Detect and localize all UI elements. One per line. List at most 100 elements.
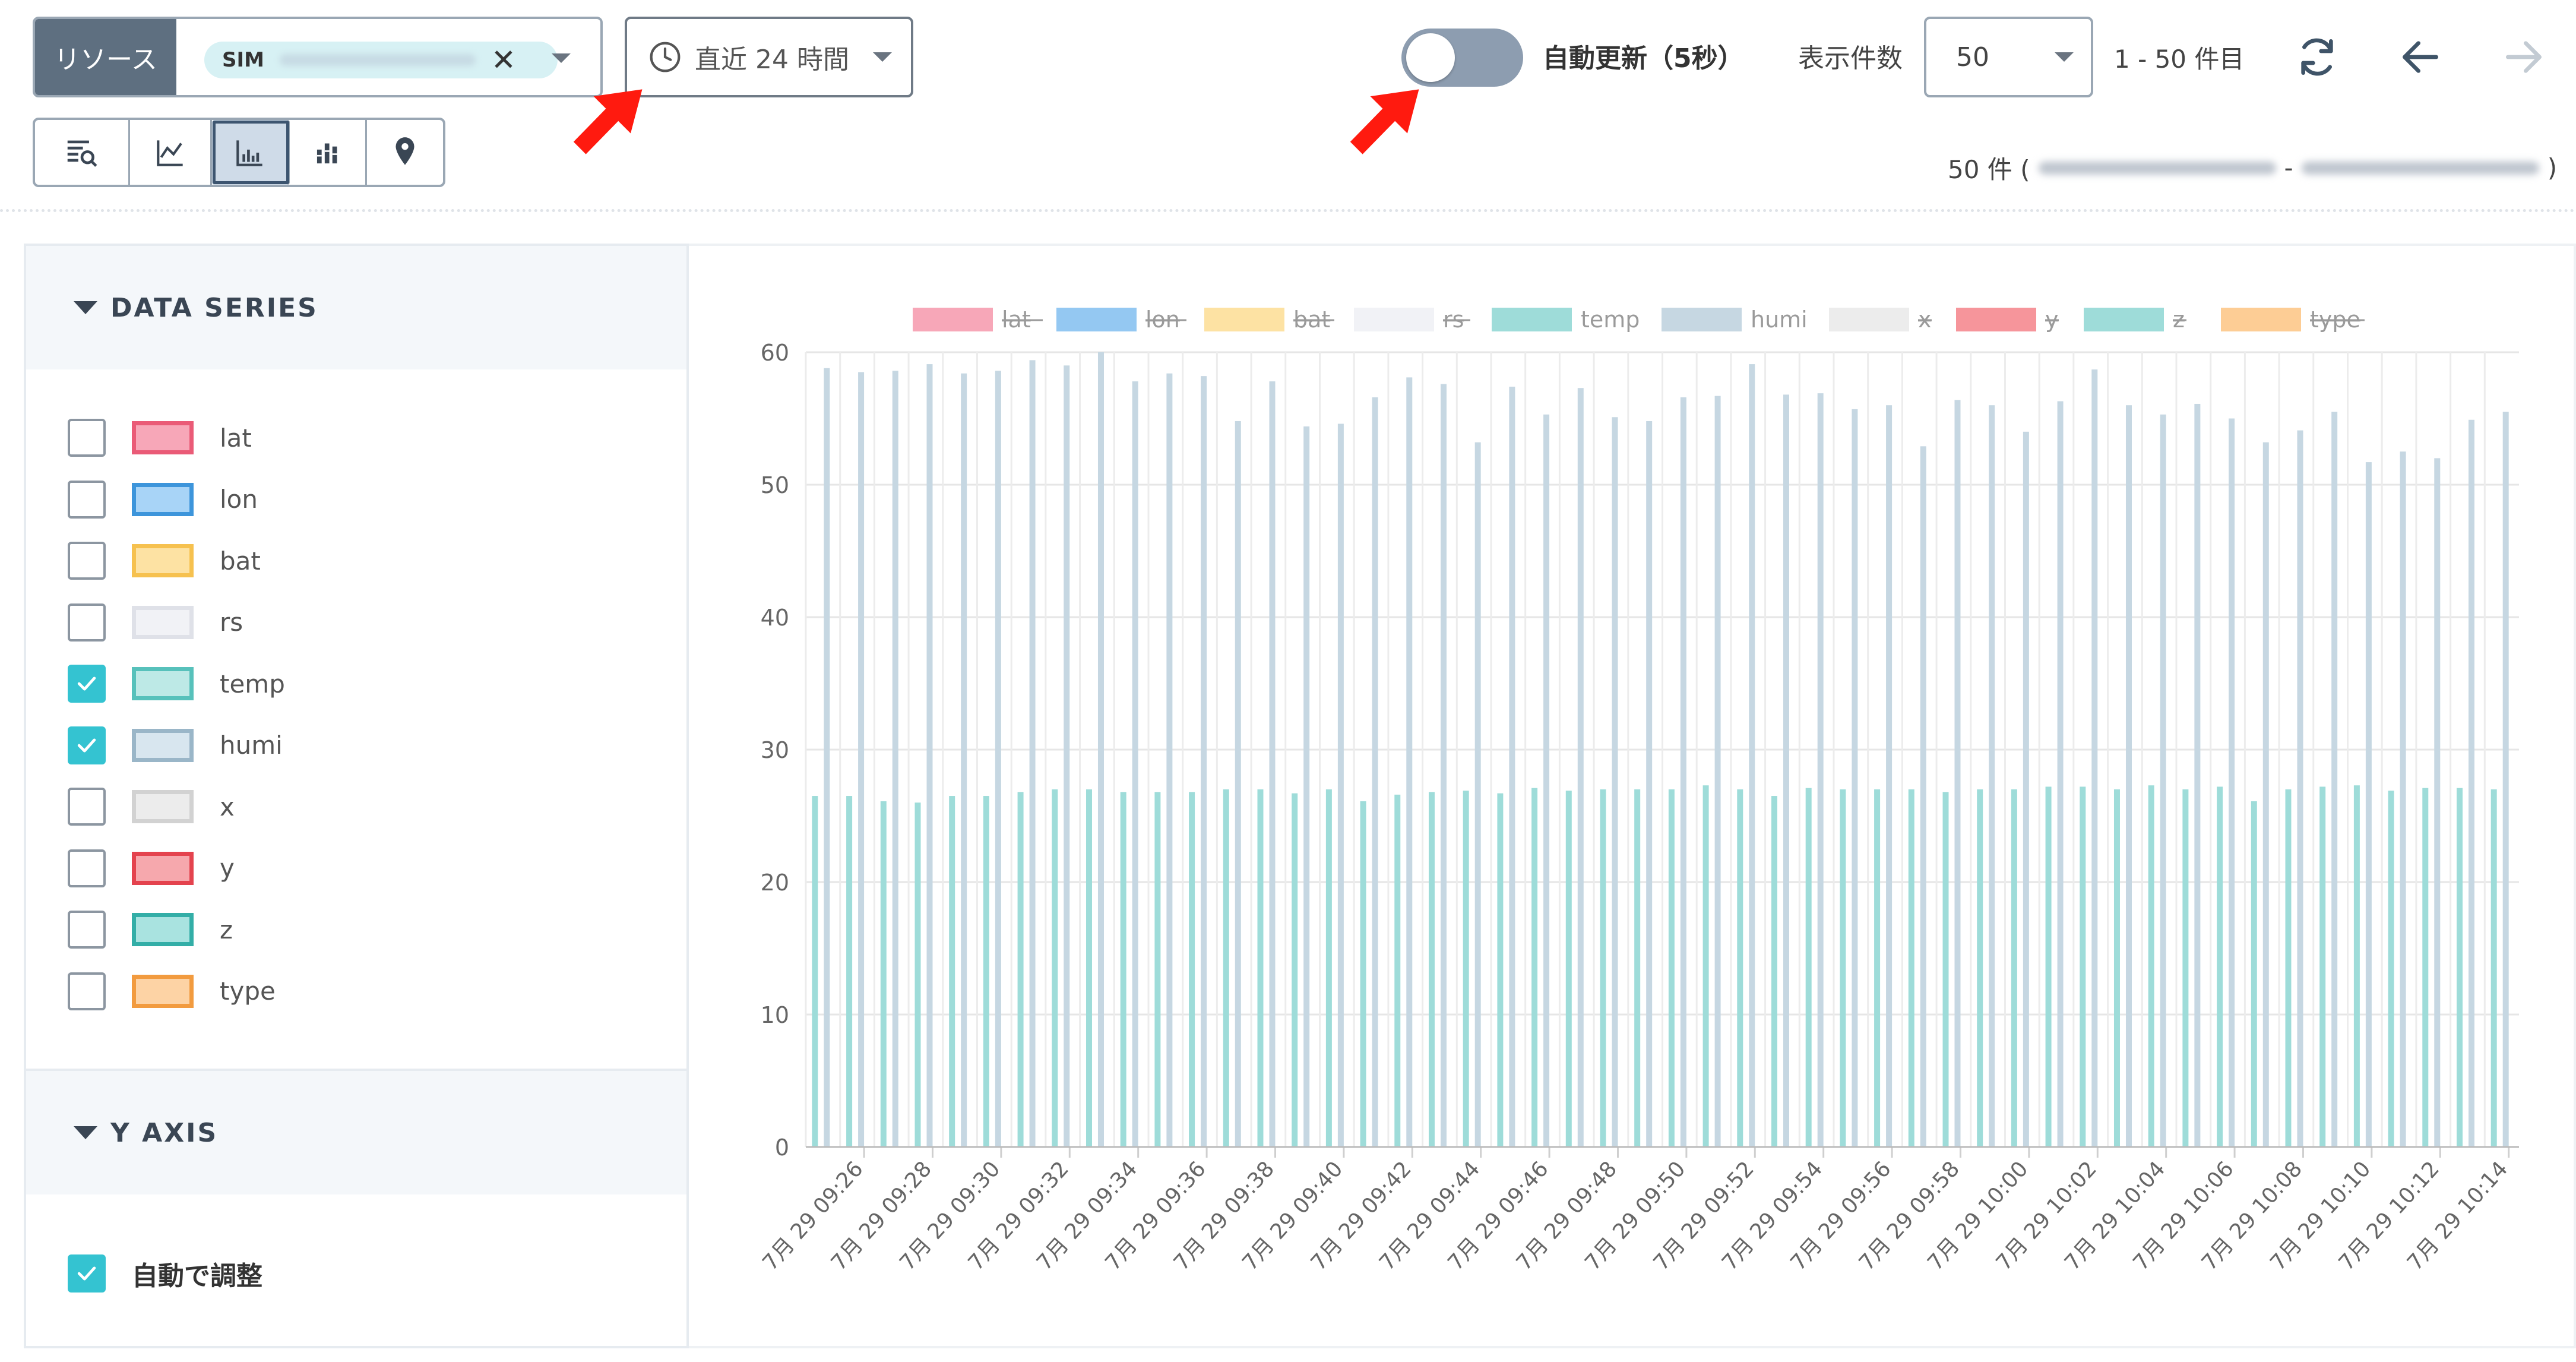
- bar-humi: [1817, 393, 1824, 1147]
- series-row-y[interactable]: y: [68, 848, 235, 889]
- y-tick-label: 40: [761, 605, 789, 631]
- series-row-type[interactable]: type: [68, 971, 276, 1012]
- bar-temp: [1086, 789, 1092, 1147]
- series-checkbox-bat[interactable]: [68, 542, 106, 580]
- count-info-prefix: 50 件 (: [1948, 155, 2030, 184]
- legend-swatch: [1492, 308, 1572, 331]
- checkmark-icon: [77, 1266, 96, 1281]
- bar-temp: [1292, 793, 1298, 1147]
- legend-swatch: [1956, 308, 2036, 331]
- bar-temp: [1942, 792, 1949, 1147]
- refresh-icon[interactable]: [2293, 33, 2341, 81]
- series-color-swatch: [132, 913, 194, 946]
- count-info-separator: -: [2284, 153, 2293, 182]
- bar-temp: [1977, 789, 1983, 1147]
- series-checkbox-type[interactable]: [68, 972, 106, 1010]
- bar-humi: [1269, 381, 1276, 1147]
- bar-humi: [1235, 421, 1241, 1147]
- y-axis-header[interactable]: Y AXIS: [26, 1071, 686, 1194]
- bar-humi: [995, 371, 1001, 1147]
- series-row-x[interactable]: x: [68, 786, 235, 827]
- bar-humi: [1543, 414, 1550, 1147]
- bar-temp: [2113, 789, 2120, 1147]
- resource-selector[interactable]: リソース SIM ✕: [33, 17, 603, 97]
- bar-humi: [892, 371, 898, 1147]
- data-series-title: DATA SERIES: [110, 292, 318, 323]
- series-checkbox-z[interactable]: [68, 911, 106, 949]
- auto-adjust-row[interactable]: 自動で調整: [68, 1253, 262, 1294]
- bar-humi: [2091, 369, 2098, 1147]
- bar-temp: [1257, 789, 1264, 1147]
- bar-temp: [2422, 788, 2429, 1147]
- series-name-label: z: [220, 915, 233, 944]
- bar-temp: [914, 802, 921, 1147]
- series-checkbox-lon[interactable]: [68, 480, 106, 519]
- bar-temp: [2456, 788, 2463, 1147]
- bar-temp: [1805, 788, 1812, 1147]
- table-search-icon: [68, 140, 97, 167]
- chip-remove-icon[interactable]: ✕: [491, 45, 516, 75]
- view-line-chart-button[interactable]: [130, 120, 213, 185]
- bar-humi: [2262, 442, 2269, 1147]
- series-checkbox-y[interactable]: [68, 849, 106, 887]
- series-checkbox-rs[interactable]: [68, 603, 106, 642]
- series-row-lat[interactable]: lat: [68, 417, 252, 459]
- bar-temp: [880, 801, 887, 1147]
- bar-humi: [2023, 431, 2029, 1147]
- series-row-bat[interactable]: bat: [68, 540, 261, 582]
- bar-humi: [1166, 373, 1173, 1148]
- series-name-label: x: [220, 792, 235, 821]
- view-map-button[interactable]: [367, 120, 443, 185]
- view-bar-chart-button[interactable]: [212, 120, 290, 185]
- series-name-label: lon: [220, 485, 258, 514]
- time-range-select[interactable]: 直近 24 時間: [625, 17, 913, 97]
- bar-humi: [1474, 442, 1481, 1147]
- resource-dropdown-chevron-icon[interactable]: [552, 53, 571, 63]
- bar-temp: [2011, 789, 2017, 1147]
- bar-humi: [1783, 394, 1789, 1147]
- view-table-button[interactable]: [35, 120, 130, 185]
- page-size-chevron-icon: [2055, 52, 2074, 62]
- series-checkbox-humi[interactable]: [68, 726, 106, 764]
- series-row-lon[interactable]: lon: [68, 479, 258, 520]
- series-checkbox-temp[interactable]: [68, 665, 106, 703]
- bar-humi: [1714, 396, 1721, 1147]
- next-page-arrow-icon[interactable]: [2500, 33, 2547, 81]
- bar-temp: [1189, 792, 1195, 1147]
- series-row-humi[interactable]: humi: [68, 725, 283, 766]
- view-stacked-bar-button[interactable]: [290, 120, 368, 185]
- series-checkbox-lat[interactable]: [68, 419, 106, 457]
- bar-humi: [1201, 376, 1207, 1147]
- bar-humi: [1029, 360, 1036, 1147]
- y-tick-label: 20: [761, 870, 789, 896]
- auto-refresh-toggle[interactable]: [1401, 29, 1523, 87]
- y-tick-label: 50: [761, 472, 789, 498]
- bar-temp: [949, 796, 955, 1147]
- series-row-z[interactable]: z: [68, 909, 233, 950]
- bar-temp: [1531, 788, 1538, 1147]
- range-end-blurred: [2301, 161, 2539, 175]
- bar-humi: [1064, 365, 1070, 1147]
- bar-temp: [2353, 785, 2360, 1147]
- series-checkbox-x[interactable]: [68, 788, 106, 826]
- auto-adjust-checkbox[interactable]: [68, 1254, 106, 1293]
- bar-temp: [1120, 792, 1126, 1147]
- bar-humi: [926, 364, 933, 1147]
- legend-swatch: [1354, 308, 1434, 331]
- time-range-label: 直近 24 時間: [695, 45, 849, 75]
- legend-swatch: [2084, 308, 2164, 331]
- bar-temp: [2319, 786, 2326, 1147]
- page-size-select[interactable]: 50: [1924, 17, 2093, 97]
- bar-humi: [1954, 400, 1961, 1147]
- bar-humi: [2502, 412, 2509, 1147]
- bar-humi: [1337, 424, 1344, 1147]
- bar-humi: [1646, 421, 1653, 1147]
- data-series-header[interactable]: DATA SERIES: [26, 246, 686, 369]
- series-color-swatch: [132, 482, 194, 516]
- legend-swatch: [1204, 308, 1284, 331]
- series-row-temp[interactable]: temp: [68, 663, 285, 704]
- bar-humi: [2229, 418, 2235, 1147]
- series-row-rs[interactable]: rs: [68, 602, 243, 643]
- prev-page-arrow-icon[interactable]: [2397, 33, 2444, 81]
- line-chart-icon: [156, 140, 183, 166]
